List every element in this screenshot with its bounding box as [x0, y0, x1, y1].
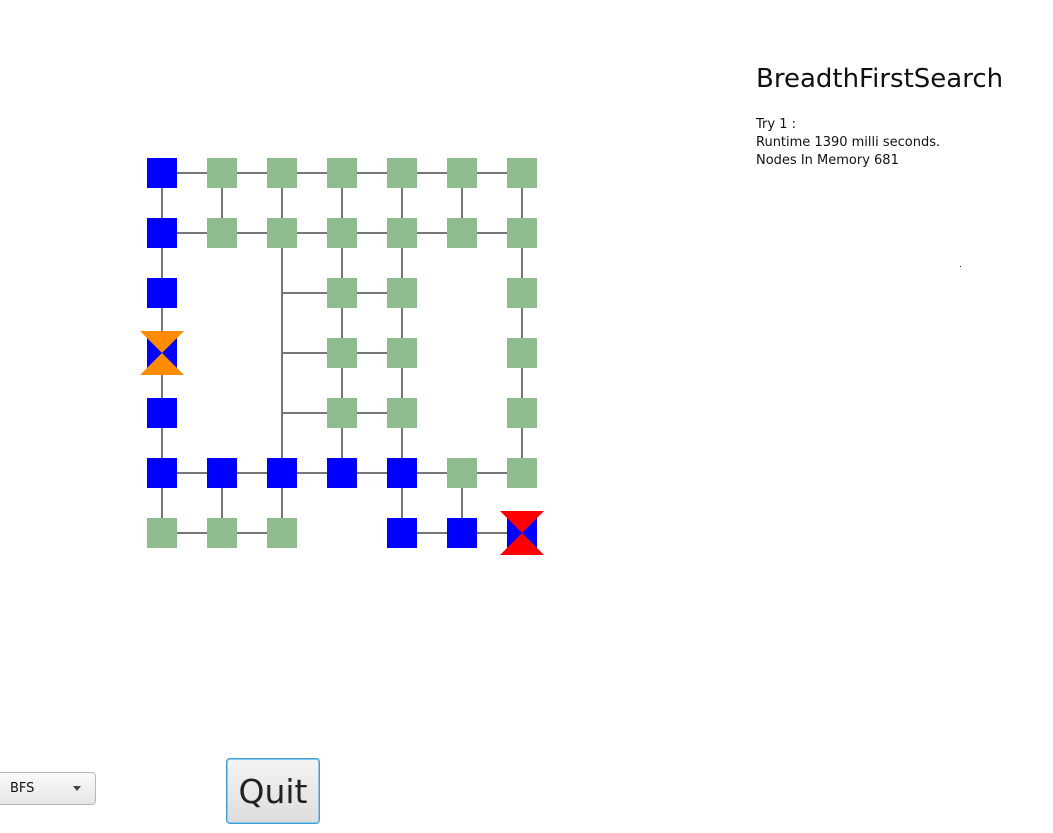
stray-dot [960, 266, 961, 267]
maze-cell [327, 158, 357, 188]
maze-cell [447, 158, 477, 188]
path-cell [147, 218, 177, 248]
algorithm-title: BreadthFirstSearch [756, 64, 1004, 94]
maze-cell [267, 518, 297, 548]
maze-cell [507, 158, 537, 188]
maze-cell [147, 518, 177, 548]
algorithm-select[interactable]: BFS [0, 772, 96, 805]
maze-cell [387, 338, 417, 368]
try-label: Try 1 : [756, 117, 796, 132]
path-cell [147, 278, 177, 308]
maze-cell [267, 158, 297, 188]
maze-cell [387, 158, 417, 188]
path-cell [327, 458, 357, 488]
maze-grid [140, 158, 544, 555]
maze-cell [207, 158, 237, 188]
maze-cell [507, 218, 537, 248]
maze-cell [387, 218, 417, 248]
maze-cell [387, 398, 417, 428]
maze-cell [447, 458, 477, 488]
runtime-text: Runtime 1390 milli seconds. [756, 135, 941, 150]
maze-cell [207, 518, 237, 548]
maze-cell [327, 398, 357, 428]
quit-button[interactable]: Quit [226, 758, 320, 824]
algorithm-select-value: BFS [10, 781, 35, 796]
start-marker-icon [140, 331, 184, 375]
path-cell [207, 458, 237, 488]
path-cell [387, 518, 417, 548]
maze-cell [327, 338, 357, 368]
maze-cell [507, 398, 537, 428]
maze-cell [507, 278, 537, 308]
path-cell [447, 518, 477, 548]
maze-cell [207, 218, 237, 248]
chevron-down-icon [73, 786, 81, 791]
path-cell [147, 458, 177, 488]
maze-cell [507, 458, 537, 488]
path-cell [147, 398, 177, 428]
nodes-in-memory-text: Nodes In Memory 681 [756, 153, 899, 168]
path-cell [387, 458, 417, 488]
maze-cell [447, 218, 477, 248]
maze-cell [507, 338, 537, 368]
path-cell [267, 458, 297, 488]
maze-cell [387, 278, 417, 308]
maze-cell [327, 218, 357, 248]
maze-cell [327, 278, 357, 308]
path-cell [147, 158, 177, 188]
maze-cell [267, 218, 297, 248]
